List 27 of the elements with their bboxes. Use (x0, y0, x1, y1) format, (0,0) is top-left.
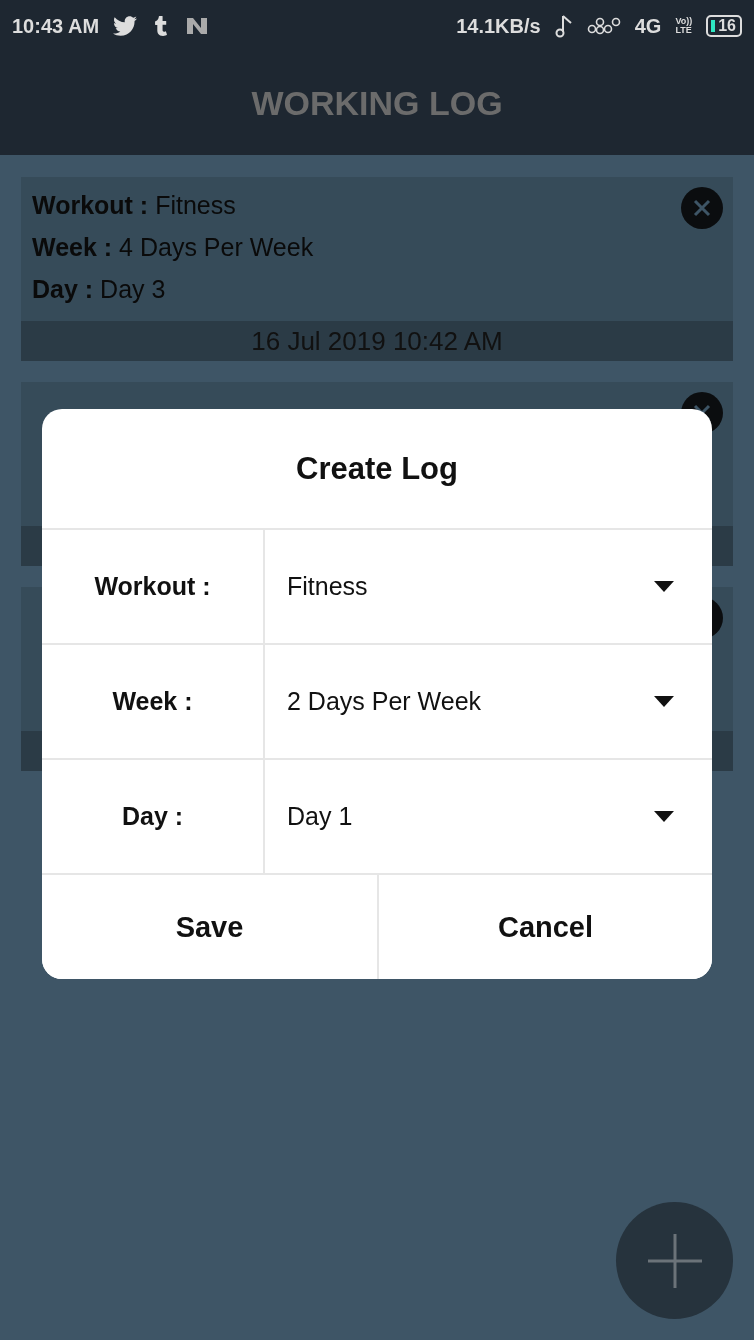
dropdown-caret-icon (654, 581, 674, 592)
field-label: Week : (112, 687, 193, 716)
dialog-button[interactable]: Cancel (377, 875, 712, 979)
status-time: 10:43 AM (12, 14, 100, 38)
dropdown-select[interactable]: Fitness (265, 530, 712, 643)
log-field: Week : 4 Days Per Week (32, 231, 314, 263)
battery-indicator: 16 (706, 15, 742, 37)
rings-icon (586, 16, 621, 36)
plus-icon (647, 1233, 702, 1288)
dropdown-select[interactable]: 2 Days Per Week (265, 645, 712, 758)
network-type: 4G (634, 14, 662, 38)
network-speed: 14.1KB/s (456, 14, 541, 38)
n-logo-icon (185, 16, 210, 36)
close-icon (693, 199, 711, 217)
app-title: WORKING LOG (251, 84, 503, 123)
volte-indicator: Vo)) LTE (675, 17, 693, 35)
log-field: Day : Day 3 (32, 273, 166, 305)
field-label: Day : (121, 802, 184, 831)
log-field: Workout : Fitness (32, 189, 236, 221)
dropdown-select[interactable]: Day 1 (265, 760, 712, 873)
dialog-title: Create Log (296, 450, 458, 487)
dropdown-caret-icon (654, 696, 674, 707)
close-button[interactable] (681, 187, 723, 229)
bird-icon (113, 14, 138, 38)
field-label: Workout : (94, 572, 211, 601)
music-note-icon (554, 14, 573, 38)
dropdown-caret-icon (654, 811, 674, 822)
